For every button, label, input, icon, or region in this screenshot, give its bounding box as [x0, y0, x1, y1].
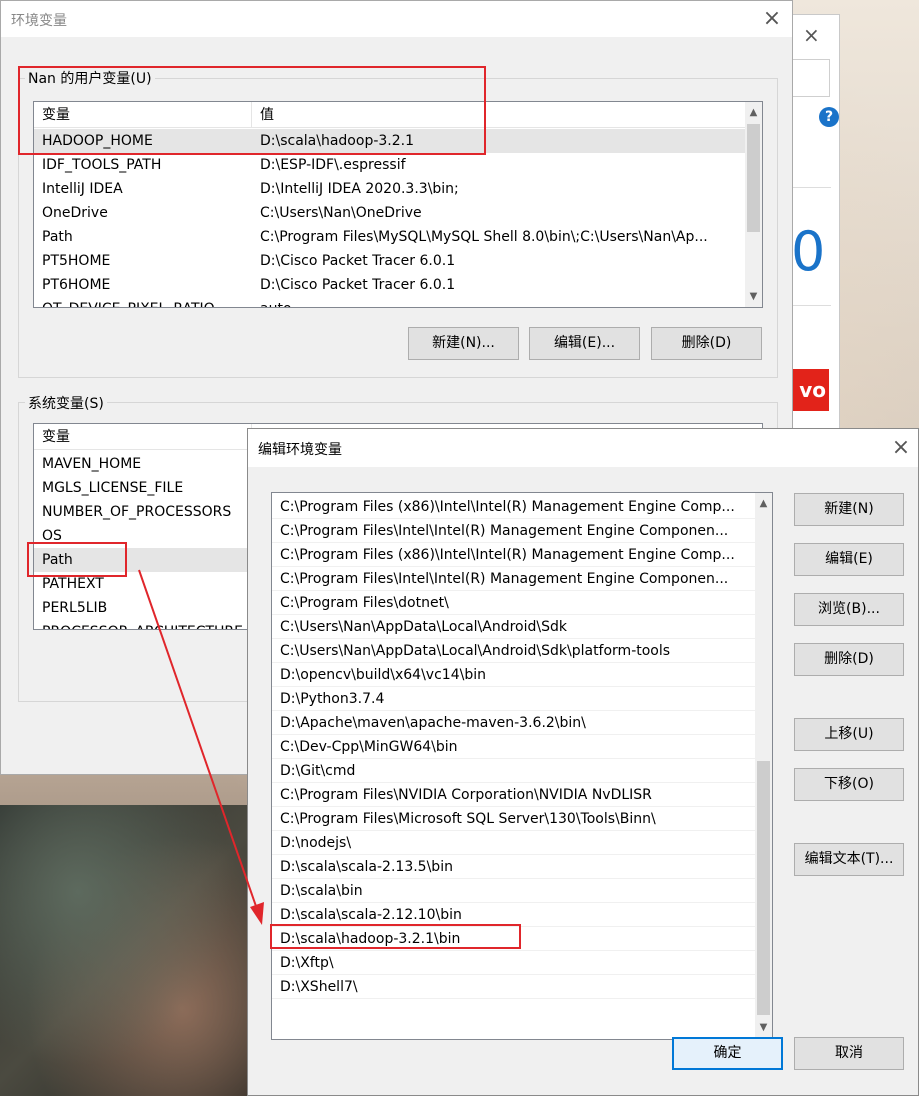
arrow-line: [138, 569, 259, 913]
arrow-head: [250, 902, 264, 925]
annotation-arrow: [138, 569, 264, 925]
